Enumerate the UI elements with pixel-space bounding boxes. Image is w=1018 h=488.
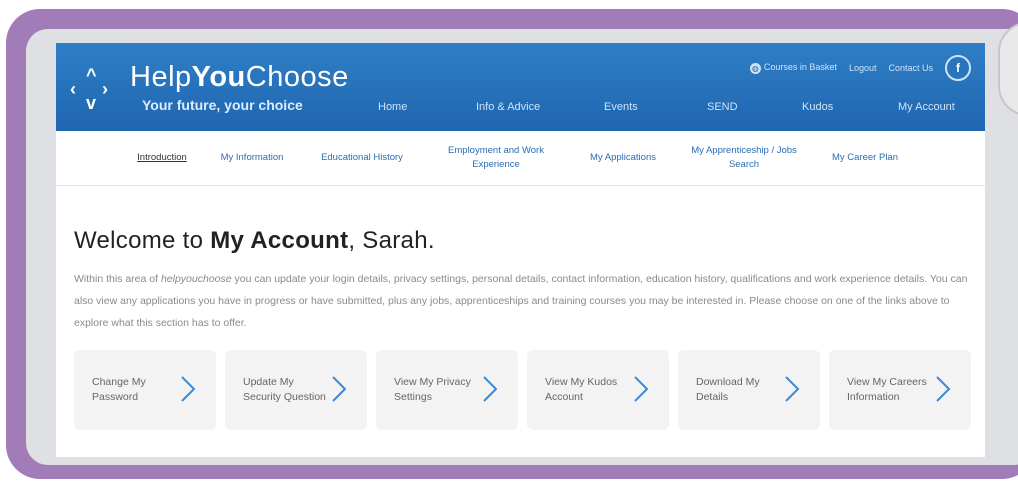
nav-my-account[interactable]: My Account bbox=[898, 101, 955, 113]
globe-icon: ◍ bbox=[749, 62, 761, 74]
chevron-right-icon bbox=[181, 376, 196, 402]
tagline: Your future, your choice bbox=[142, 97, 303, 113]
chevron-right-icon bbox=[936, 376, 951, 402]
subnav-my-information[interactable]: My Information bbox=[212, 131, 292, 185]
careers-information-card[interactable]: View My Careers Information bbox=[829, 350, 971, 430]
logout-link[interactable]: Logout bbox=[849, 63, 877, 73]
chevron-right-icon bbox=[332, 376, 347, 402]
account-subnav: Introduction My Information Educational … bbox=[56, 131, 985, 186]
facebook-icon[interactable]: f bbox=[945, 55, 971, 81]
logo-arrows-icon[interactable]: ^ ‹ › v bbox=[70, 66, 114, 115]
courses-basket-link[interactable]: ◍ Courses in Basket bbox=[749, 62, 837, 74]
page-title: Welcome to My Account, Sarah. bbox=[74, 227, 435, 254]
chevron-right-icon bbox=[785, 376, 800, 402]
intro-paragraph: Within this area of helpyouchoose you ca… bbox=[74, 273, 968, 329]
privacy-settings-card[interactable]: View My Privacy Settings bbox=[376, 350, 518, 430]
nav-home[interactable]: Home bbox=[378, 101, 476, 113]
subnav-introduction[interactable]: Introduction bbox=[126, 131, 198, 185]
brand-part-help: Help bbox=[130, 61, 192, 93]
subnav-apprenticeship-search[interactable]: My Apprenticeship / Jobs Search bbox=[690, 131, 798, 185]
nav-info-advice[interactable]: Info & Advice bbox=[476, 101, 604, 113]
subnav-educational-history[interactable]: Educational History bbox=[310, 131, 414, 185]
main-nav: Home Info & Advice Events SEND Kudos My … bbox=[378, 101, 955, 113]
chevron-right-icon bbox=[483, 376, 498, 402]
nav-send[interactable]: SEND bbox=[707, 101, 802, 113]
subnav-career-plan[interactable]: My Career Plan bbox=[824, 131, 906, 185]
contact-us-link[interactable]: Contact Us bbox=[888, 63, 933, 73]
kudos-account-card[interactable]: View My Kudos Account bbox=[527, 350, 669, 430]
brand-logo[interactable]: HelpYouChoose bbox=[130, 61, 349, 94]
change-password-card[interactable]: Change My Password bbox=[74, 350, 216, 430]
site-header: ^ ‹ › v HelpYouChoose Your future, your … bbox=[56, 43, 985, 131]
subnav-my-applications[interactable]: My Applications bbox=[578, 131, 668, 185]
subnav-employment[interactable]: Employment and Work Experience bbox=[436, 131, 556, 185]
security-question-card[interactable]: Update My Security Question bbox=[225, 350, 367, 430]
chevron-right-icon bbox=[634, 376, 649, 402]
download-details-card[interactable]: Download My Details bbox=[678, 350, 820, 430]
action-cards: Change My Password Update My Security Qu… bbox=[74, 350, 971, 430]
nav-events[interactable]: Events bbox=[604, 101, 707, 113]
nav-kudos[interactable]: Kudos bbox=[802, 101, 898, 113]
top-links: ◍ Courses in Basket Logout Contact Us f bbox=[749, 55, 971, 81]
brand-part-you: You bbox=[191, 61, 246, 93]
brand-part-choose: Choose bbox=[245, 61, 349, 93]
